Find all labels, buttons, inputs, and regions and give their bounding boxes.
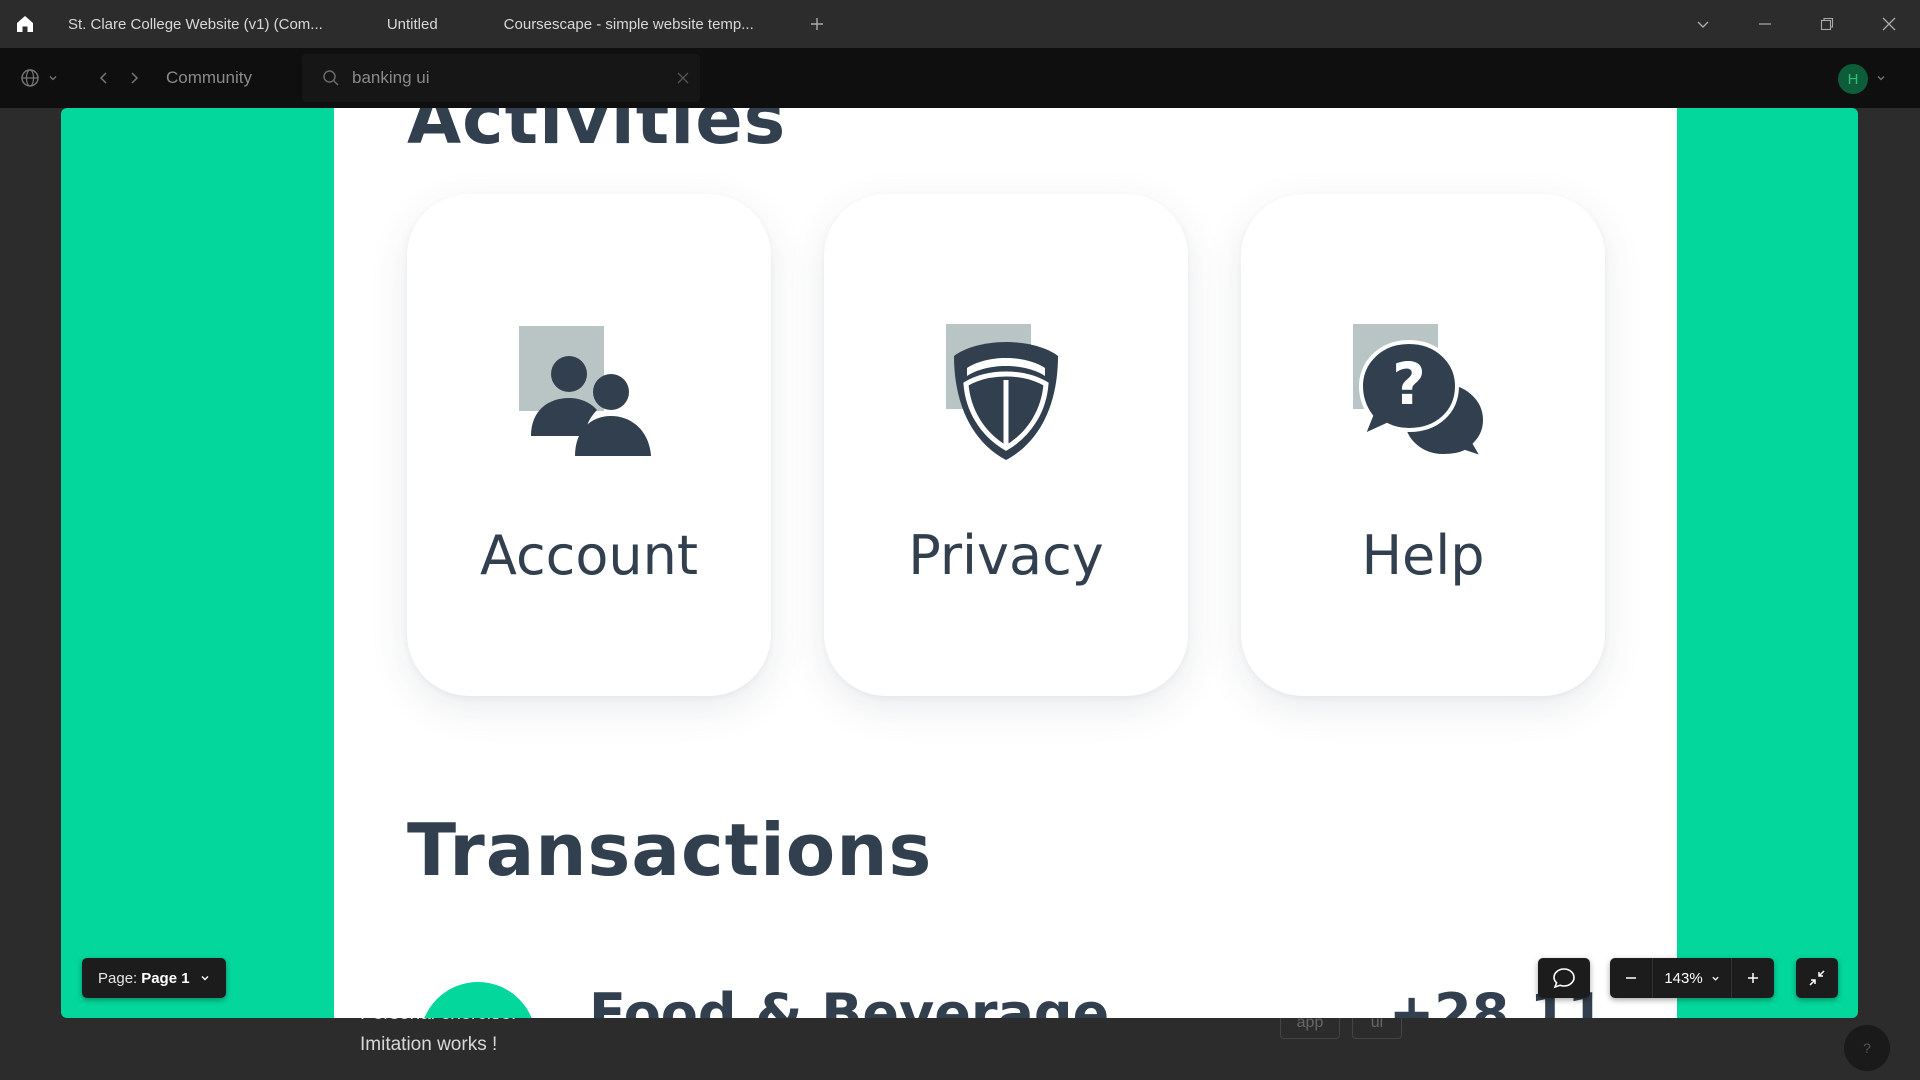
tab-label: Coursescape - simple website temp...: [503, 15, 754, 33]
new-tab-button[interactable]: [796, 0, 838, 48]
question-icon: ?: [1863, 1040, 1871, 1056]
globe-menu-button[interactable]: [20, 48, 58, 108]
close-window-button[interactable]: [1858, 0, 1920, 48]
back-button[interactable]: [98, 48, 110, 108]
minus-icon: [1626, 977, 1636, 979]
comment-icon: [1553, 968, 1575, 989]
privacy-card[interactable]: Privacy: [824, 194, 1188, 696]
account-card[interactable]: Account: [407, 194, 771, 696]
prototype-canvas: Activities Account Privacy ? Help Transa…: [334, 108, 1677, 1018]
restore-icon: [1820, 17, 1834, 31]
description-line: Imitation works !: [360, 1034, 498, 1055]
account-icon: [519, 326, 651, 456]
svg-text:?: ?: [1863, 1040, 1871, 1056]
zoom-level: 143%: [1664, 969, 1703, 987]
transaction-avatar: [420, 982, 536, 1018]
close-icon: [1882, 17, 1896, 31]
search-icon: [323, 70, 339, 86]
account-menu-button[interactable]: [1876, 48, 1886, 108]
clear-search-icon[interactable]: [676, 71, 690, 85]
zoom-level-dropdown[interactable]: 143%: [1652, 958, 1732, 998]
help-label: Help: [1361, 524, 1485, 587]
shield-icon: [946, 324, 1058, 460]
prototype-frame: Activities Account Privacy ? Help Transa…: [61, 108, 1858, 1018]
minimize-icon: [1759, 23, 1771, 25]
tabs-dropdown-button[interactable]: [1672, 0, 1734, 48]
tab-st-clare[interactable]: St. Clare College Website (v1) (Com...: [50, 0, 343, 48]
tab-label: Untitled: [386, 15, 438, 33]
help-button[interactable]: ?: [1844, 1025, 1890, 1071]
globe-icon: [21, 69, 39, 87]
chevron-left-icon: [99, 72, 107, 84]
window-controls: [1672, 0, 1920, 48]
home-button[interactable]: [0, 0, 50, 48]
restore-button[interactable]: [1796, 0, 1858, 48]
breadcrumb-community[interactable]: Community: [166, 48, 252, 108]
chevron-down-icon: [1712, 976, 1719, 981]
zoom-out-button[interactable]: [1610, 958, 1652, 998]
chevron-right-icon: [131, 72, 139, 84]
page-selector-label: Page:: [98, 969, 138, 987]
toolbar: Community banking ui H: [0, 48, 1920, 108]
help-card[interactable]: ? Help: [1241, 194, 1605, 696]
tab-label: St. Clare College Website (v1) (Com...: [68, 15, 323, 33]
search-input[interactable]: banking ui: [302, 54, 700, 102]
chevron-down-icon: [1877, 76, 1885, 81]
forward-button[interactable]: [128, 48, 140, 108]
avatar[interactable]: H: [1838, 64, 1868, 94]
account-label: Account: [479, 524, 699, 587]
tab-coursescape[interactable]: Coursescape - simple website temp...: [458, 0, 774, 48]
minimize-button[interactable]: [1734, 0, 1796, 48]
page-selector-value: Page 1: [141, 969, 190, 987]
collapse-icon: [1809, 970, 1825, 986]
tab-untitled[interactable]: Untitled: [343, 0, 458, 48]
zoom-in-button[interactable]: [1732, 958, 1774, 998]
search-value: banking ui: [352, 68, 430, 87]
privacy-label: Privacy: [908, 524, 1104, 587]
zoom-controls: 143%: [1610, 958, 1774, 998]
home-icon: [17, 16, 33, 32]
chevron-down-icon: [1697, 21, 1709, 28]
help-chat-icon: ?: [1353, 324, 1488, 462]
chevron-down-icon: [201, 976, 209, 981]
plus-icon: [1748, 973, 1758, 983]
transaction-name: Food & Beverage: [589, 982, 1110, 1018]
plus-icon: [810, 18, 823, 30]
page-selector[interactable]: Page: Page 1: [82, 958, 226, 998]
comment-button[interactable]: [1538, 958, 1590, 998]
chevron-down-icon: [49, 76, 57, 81]
transactions-title: Transactions: [407, 808, 933, 892]
activities-title: Activities: [407, 108, 787, 160]
tab-bar: St. Clare College Website (v1) (Com... U…: [0, 0, 1920, 48]
collapse-button[interactable]: [1796, 958, 1838, 998]
svg-text:?: ?: [1392, 350, 1426, 418]
